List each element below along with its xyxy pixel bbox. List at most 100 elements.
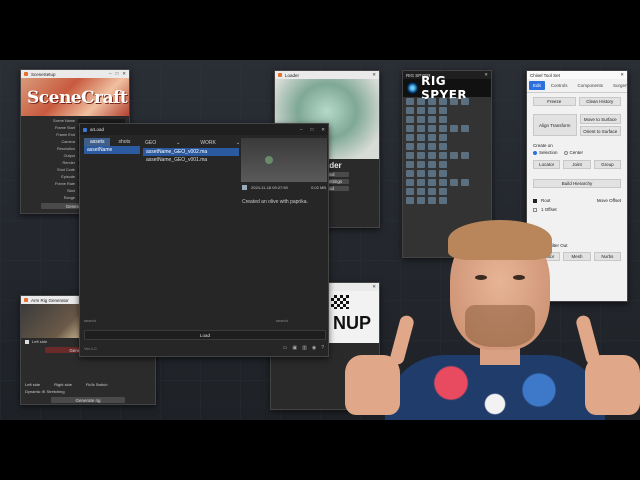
create-group-button[interactable]: Group <box>593 160 621 169</box>
save-icon[interactable]: ▣ <box>292 345 297 351</box>
close-icon[interactable]: ✕ <box>620 72 624 78</box>
left-side-checkbox[interactable] <box>25 339 29 344</box>
center-radio[interactable] <box>563 150 568 155</box>
tool-icon[interactable] <box>406 116 414 123</box>
tab-assets[interactable]: assets <box>84 138 111 146</box>
tool-icon[interactable] <box>439 143 447 150</box>
load-button[interactable]: Load <box>84 330 326 340</box>
tool-icon[interactable] <box>406 152 414 159</box>
file-row[interactable]: assetName_GEO_v001.ma <box>143 156 239 164</box>
tab-surgery[interactable]: Surgery <box>609 81 627 90</box>
tool-icon[interactable] <box>428 125 436 132</box>
tool-icon[interactable] <box>417 125 425 132</box>
close-icon[interactable]: ✕ <box>321 127 325 133</box>
tool-icon[interactable] <box>428 197 436 204</box>
orient-to-surface-button[interactable]: Orient to Surface <box>579 126 621 136</box>
help-icon[interactable]: ? <box>321 345 324 351</box>
tool-icon[interactable] <box>439 98 447 105</box>
tool-icon[interactable] <box>417 152 425 159</box>
tool-icon[interactable] <box>428 170 436 177</box>
work-dropdown[interactable]: WORK <box>200 140 216 146</box>
create-joint-button[interactable]: Joint <box>563 160 591 169</box>
tool-icon[interactable] <box>406 170 414 177</box>
window-controls[interactable]: – □ ✕ <box>109 71 126 77</box>
folder-icon[interactable]: ▭ <box>283 345 288 351</box>
maximize-icon[interactable]: □ <box>311 127 314 133</box>
tool-icon[interactable] <box>450 179 458 186</box>
tab-edit[interactable]: Edit <box>529 81 545 90</box>
chevron-down-icon[interactable]: ⌄ <box>176 140 180 146</box>
tool-icon[interactable] <box>417 179 425 186</box>
move-to-surface-button[interactable]: Move to Surface <box>579 114 621 124</box>
form-field[interactable] <box>78 118 125 123</box>
left-side-option[interactable]: Left side <box>25 382 40 387</box>
tool-icon[interactable] <box>417 197 425 204</box>
tool-icon[interactable] <box>417 107 425 114</box>
tool-icon[interactable] <box>439 188 447 195</box>
tool-icon[interactable] <box>439 179 447 186</box>
geo-dropdown[interactable]: GEO <box>145 140 156 146</box>
search-field-left[interactable]: search <box>84 318 140 324</box>
create-locator-button[interactable]: Locator <box>533 160 561 169</box>
tool-icon[interactable] <box>450 98 458 105</box>
generate-rig-button[interactable]: Generate rig <box>51 397 125 403</box>
right-side-option[interactable]: Right side <box>54 382 72 387</box>
tool-icon[interactable] <box>406 125 414 132</box>
close-icon[interactable]: ✕ <box>372 72 376 78</box>
tool-icon[interactable] <box>439 116 447 123</box>
move-offset-label[interactable]: Move Offset <box>597 198 621 203</box>
tool-icon[interactable] <box>406 107 414 114</box>
tool-icon[interactable] <box>461 125 469 132</box>
tool-icon[interactable] <box>461 152 469 159</box>
build-hierarchy-button[interactable]: Build Hierarchy <box>533 179 621 188</box>
list-item[interactable]: assetName <box>84 146 140 154</box>
tool-icon[interactable] <box>417 98 425 105</box>
tool-icon[interactable] <box>428 143 436 150</box>
tool-icon[interactable] <box>461 98 469 105</box>
tool-icon[interactable] <box>406 188 414 195</box>
tool-icon[interactable] <box>461 179 469 186</box>
maximize-icon[interactable]: □ <box>116 71 119 77</box>
tool-icon[interactable] <box>428 188 436 195</box>
clean-history-button[interactable]: Clean History <box>578 97 621 106</box>
tool-icon[interactable] <box>428 134 436 141</box>
tool-icon[interactable] <box>428 98 436 105</box>
close-icon[interactable]: ✕ <box>122 71 126 77</box>
root-radio[interactable] <box>533 198 537 203</box>
fk-ik-option[interactable]: Fk/Ik Switch <box>86 382 108 387</box>
tool-icon[interactable] <box>428 179 436 186</box>
tool-icon[interactable] <box>406 161 414 168</box>
tool-icon[interactable] <box>439 152 447 159</box>
chevron-down-icon[interactable]: ⌄ <box>236 140 240 146</box>
tool-icon[interactable] <box>406 134 414 141</box>
tool-icon[interactable] <box>417 134 425 141</box>
tool-icon[interactable] <box>417 116 425 123</box>
tool-icon[interactable] <box>417 161 425 168</box>
freeze-button[interactable]: Freeze <box>533 97 576 106</box>
tool-icon[interactable] <box>428 161 436 168</box>
minimize-icon[interactable]: – <box>109 71 112 77</box>
tool-icon[interactable] <box>439 197 447 204</box>
tool-icon[interactable] <box>439 134 447 141</box>
tab-components[interactable]: Components <box>574 81 608 90</box>
tool-icon[interactable] <box>406 179 414 186</box>
tool-icon[interactable] <box>450 152 458 159</box>
dynamic-ik-option[interactable]: Dynamic IK Stretching <box>25 389 65 394</box>
tool-icon[interactable] <box>439 125 447 132</box>
tool-icon[interactable] <box>428 107 436 114</box>
align-transform-button[interactable]: Align Transform <box>533 114 577 136</box>
tool-icon[interactable] <box>450 125 458 132</box>
selection-radio[interactable] <box>533 150 537 155</box>
tool-icon[interactable] <box>406 98 414 105</box>
chat-icon[interactable]: ◉ <box>312 345 316 351</box>
trash-icon[interactable]: ▥ <box>302 345 307 351</box>
search-field-right[interactable]: search <box>276 318 324 324</box>
tool-icon[interactable] <box>417 188 425 195</box>
minimize-icon[interactable]: – <box>300 127 303 133</box>
tool-icon[interactable] <box>439 161 447 168</box>
tab-controls[interactable]: Controls <box>547 81 572 90</box>
tool-icon[interactable] <box>439 170 447 177</box>
file-row[interactable]: assetName_GEO_v002.ma <box>143 148 239 156</box>
tool-icon[interactable] <box>428 116 436 123</box>
tool-icon[interactable] <box>439 107 447 114</box>
